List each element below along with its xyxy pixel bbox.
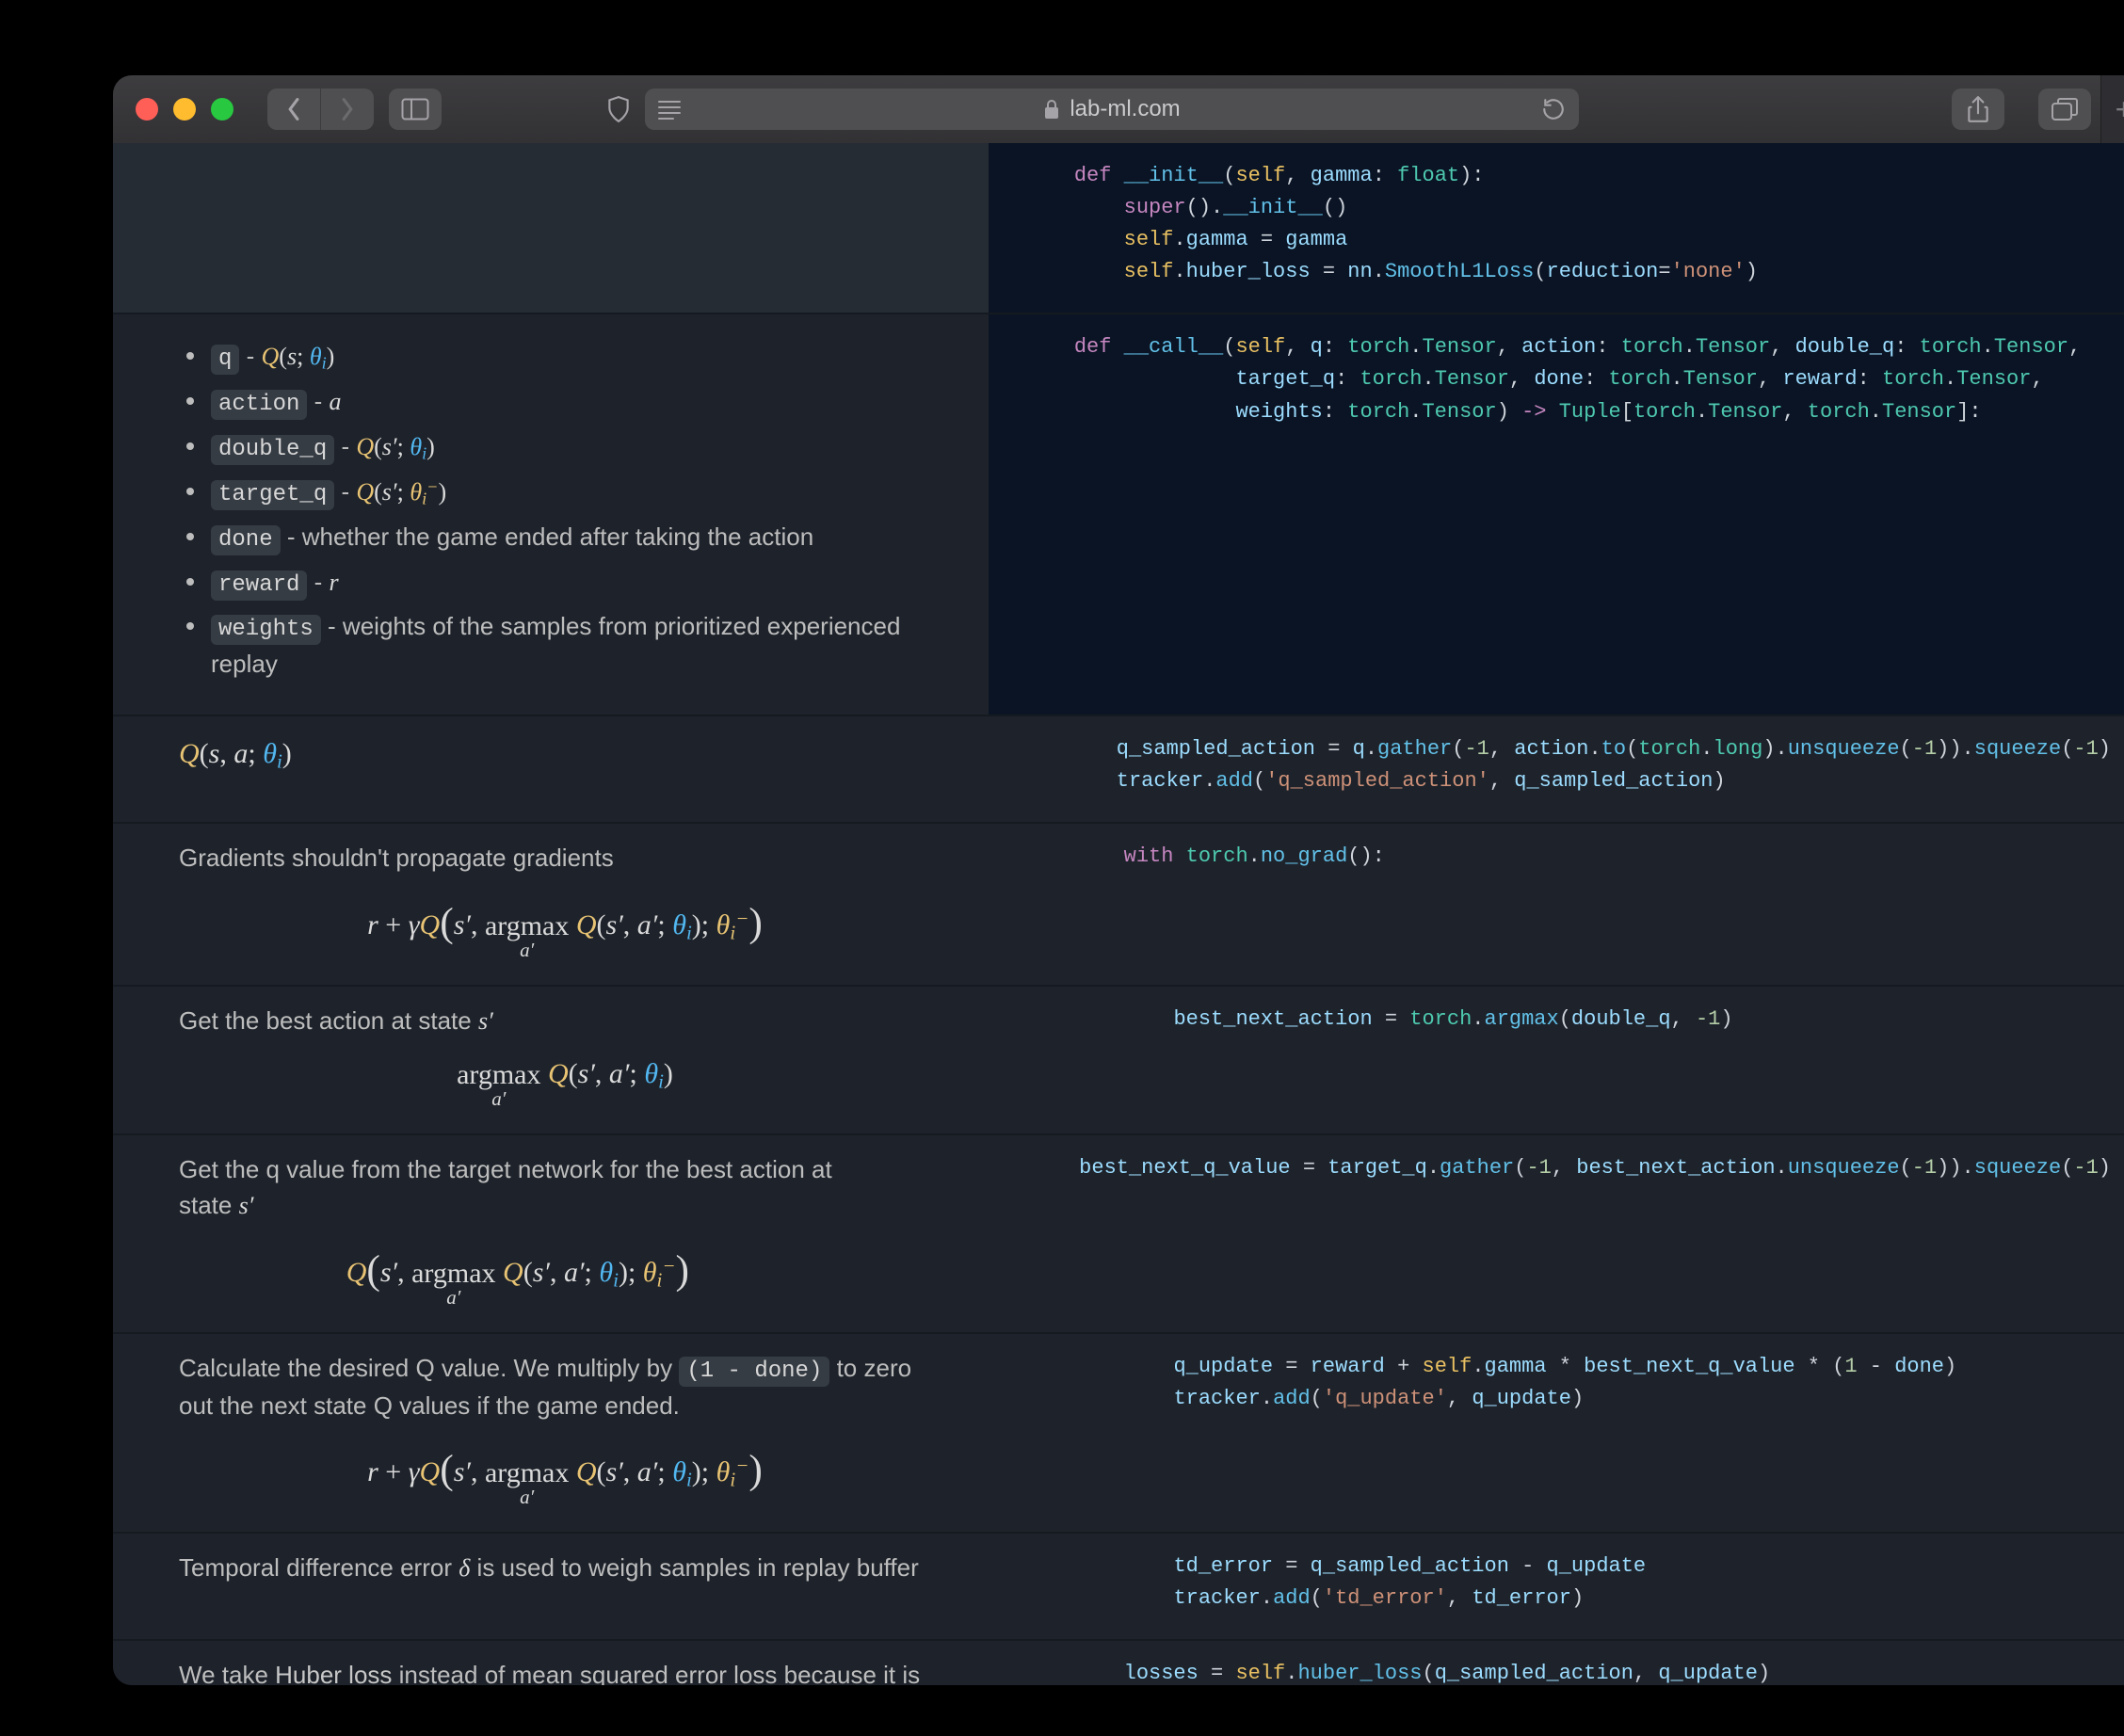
param-code: double_q bbox=[211, 435, 334, 465]
doc-cell: We take Huber loss instead of mean squar… bbox=[113, 1641, 989, 1685]
tabs-button[interactable] bbox=[2038, 88, 2091, 130]
titlebar: lab-ml.com + bbox=[113, 75, 2124, 144]
param-list: q - Q(s; θi) action - a double_q - Q(s′; θ… bbox=[179, 339, 951, 682]
doc-cell bbox=[113, 143, 989, 313]
tabs-icon bbox=[2051, 97, 2079, 121]
annotated-row: Gradients shouldn't propagate gradients r… bbox=[113, 822, 2124, 985]
annotated-row: Get the q value from the target network … bbox=[113, 1133, 2124, 1331]
maximize-window-button[interactable] bbox=[211, 98, 233, 121]
reader-icon bbox=[656, 99, 683, 120]
param-item: target_q - Q(s′; θi−) bbox=[179, 474, 951, 512]
annotated-row: Temporal difference error δ is used to w… bbox=[113, 1532, 2124, 1639]
new-tab-button[interactable]: + bbox=[2100, 75, 2124, 143]
shield-icon bbox=[605, 95, 632, 123]
chevron-left-icon bbox=[285, 97, 302, 121]
doc-cell: Gradients shouldn't propagate gradients r… bbox=[113, 824, 989, 985]
doc-text: We take Huber loss instead of mean squar… bbox=[179, 1658, 951, 1685]
doc-cell: q - Q(s; θi) action - a double_q - Q(s′; θ… bbox=[113, 314, 989, 714]
param-item: done - whether the game ended after taki… bbox=[179, 520, 951, 557]
browser-window: lab-ml.com + def __init__(self, gamma: f… bbox=[113, 75, 2124, 1685]
param-code: done bbox=[211, 525, 281, 555]
nav-back-forward bbox=[267, 88, 374, 130]
url-text: lab-ml.com bbox=[1070, 96, 1180, 122]
close-window-button[interactable] bbox=[136, 98, 158, 121]
doc-cell: Q(s, a; θi) bbox=[113, 716, 981, 822]
annotated-row: def __init__(self, gamma: float): super(… bbox=[113, 143, 2124, 313]
page-content[interactable]: def __init__(self, gamma: float): super(… bbox=[113, 143, 2124, 1685]
param-item: weights - weights of the samples from pr… bbox=[179, 609, 951, 682]
back-button[interactable] bbox=[267, 88, 321, 130]
code-cell: q_update = reward + self.gamma * best_ne… bbox=[989, 1334, 2124, 1532]
annotated-row: We take Huber loss instead of mean squar… bbox=[113, 1639, 2124, 1685]
reload-button[interactable] bbox=[1541, 97, 1566, 121]
param-code: target_q bbox=[211, 480, 334, 510]
reader-button[interactable] bbox=[656, 99, 683, 120]
sidebar-button[interactable] bbox=[389, 88, 442, 130]
doc-text: Calculate the desired Q value. We multip… bbox=[179, 1351, 951, 1423]
reload-icon bbox=[1541, 97, 1566, 121]
param-code: weights bbox=[211, 615, 321, 645]
doc-formula: r + γQ(s′, argmaxa′ Q(s′, a′; θi); θi−) bbox=[179, 892, 951, 960]
param-code: reward bbox=[211, 571, 307, 601]
privacy-report-button[interactable] bbox=[592, 88, 645, 130]
share-button[interactable] bbox=[1952, 88, 2004, 130]
doc-text: Get the best action at state s′ bbox=[179, 1004, 951, 1039]
code-cell: best_next_q_value = target_q.gather(-1, … bbox=[894, 1135, 2124, 1331]
plus-icon: + bbox=[2116, 92, 2124, 127]
doc-formula: r + γQ(s′, argmaxa′ Q(s′, a′; θi); θi−) bbox=[179, 1439, 951, 1507]
huber-loss-link[interactable]: Huber loss bbox=[275, 1661, 392, 1685]
code-cell: td_error = q_sampled_action - q_update t… bbox=[989, 1534, 2124, 1639]
code-cell: def __init__(self, gamma: float): super(… bbox=[989, 143, 2124, 313]
annotated-row: Calculate the desired Q value. We multip… bbox=[113, 1332, 2124, 1532]
share-icon bbox=[1966, 95, 1990, 123]
doc-formula: argmaxa′ Q(s′, a′; θi) bbox=[179, 1053, 951, 1109]
doc-formula: Q(s, a; θi) bbox=[179, 733, 943, 776]
param-item: action - a bbox=[179, 384, 951, 422]
annotated-row: Q(s, a; θi) q_sampled_action = q.gather(… bbox=[113, 715, 2124, 822]
doc-cell: Get the q value from the target network … bbox=[113, 1135, 894, 1331]
lock-icon bbox=[1043, 99, 1060, 120]
sidebar-icon bbox=[401, 98, 429, 121]
doc-cell: Temporal difference error δ is used to w… bbox=[113, 1534, 989, 1639]
address-bar[interactable]: lab-ml.com bbox=[645, 88, 1579, 130]
param-item: q - Q(s; θi) bbox=[179, 339, 951, 377]
doc-cell: Calculate the desired Q value. We multip… bbox=[113, 1334, 989, 1532]
minimize-window-button[interactable] bbox=[173, 98, 196, 121]
code-cell: def __call__(self, q: torch.Tensor, acti… bbox=[989, 314, 2124, 714]
param-item: double_q - Q(s′; θi) bbox=[179, 429, 951, 467]
code-cell: q_sampled_action = q.gather(-1, action.t… bbox=[981, 716, 2124, 822]
window-controls bbox=[113, 98, 233, 121]
chevron-right-icon bbox=[339, 97, 356, 121]
forward-button[interactable] bbox=[321, 88, 374, 130]
param-code: q bbox=[211, 345, 239, 375]
doc-text: Gradients shouldn't propagate gradients bbox=[179, 841, 951, 876]
annotated-row: q - Q(s; θi) action - a double_q - Q(s′; θ… bbox=[113, 313, 2124, 714]
param-item: reward - r bbox=[179, 565, 951, 603]
annotated-row: Get the best action at state s′ argmaxa′ … bbox=[113, 985, 2124, 1134]
code-cell: losses = self.huber_loss(q_sampled_actio… bbox=[989, 1641, 2124, 1685]
code-cell: best_next_action = torch.argmax(double_q… bbox=[989, 987, 2124, 1134]
doc-text: Get the q value from the target network … bbox=[179, 1152, 857, 1223]
param-code: action bbox=[211, 390, 307, 420]
code-cell: with torch.no_grad(): bbox=[989, 824, 2124, 985]
doc-cell: Get the best action at state s′ argmaxa′ … bbox=[113, 987, 989, 1134]
doc-text: Temporal difference error δ is used to w… bbox=[179, 1551, 951, 1586]
doc-formula: Q(s′, argmaxa′ Q(s′, a′; θi); θi−) bbox=[179, 1239, 857, 1308]
